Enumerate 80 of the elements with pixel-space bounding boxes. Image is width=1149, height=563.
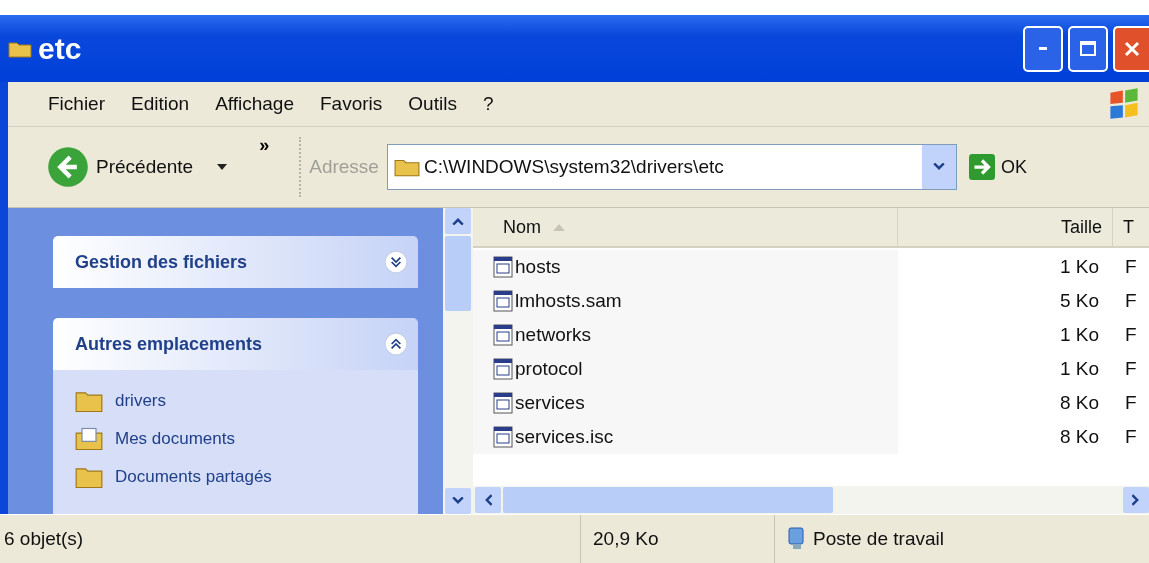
table-cell-text: F (1124, 256, 1137, 278)
menu-item[interactable]: Favoris (320, 93, 383, 115)
folder-icon (8, 39, 32, 58)
chevron-down-icon (932, 163, 945, 171)
file-name[interactable]: services (515, 392, 585, 414)
file-name[interactable]: hosts (515, 256, 561, 278)
go-button[interactable]: OK (968, 154, 1027, 180)
document-folder-icon (75, 427, 103, 451)
file-size: 1 Ko (1058, 256, 1100, 278)
file-size: 8 Ko (1058, 392, 1100, 414)
section-title: Gestion des fichiers (75, 251, 249, 273)
chevron-up-icon (452, 217, 464, 225)
file-name[interactable]: networks (515, 324, 592, 346)
menu-item[interactable]: Affichage (215, 93, 294, 115)
table-cell-text: F (1124, 358, 1137, 380)
text-file-icon (493, 256, 513, 278)
place-link[interactable]: Documents partagés (115, 467, 272, 487)
chevron-right-icon (1132, 494, 1140, 506)
column-header[interactable]: Nom (473, 208, 898, 246)
file-size: 1 Ko (1058, 324, 1100, 346)
table-cell-text: F (1124, 324, 1137, 346)
file-size: 8 Ko (1058, 426, 1100, 448)
menu-item[interactable]: Edition (131, 93, 190, 115)
status-text: Poste de travail (813, 528, 944, 550)
text-file-icon (493, 290, 513, 312)
computer-icon (787, 527, 807, 551)
chevron-icon[interactable] (384, 250, 408, 274)
folder-icon (75, 389, 103, 413)
scroll-right-button[interactable] (1123, 487, 1149, 513)
menu-item[interactable]: Outils (408, 93, 457, 115)
chevron-icon[interactable] (384, 332, 408, 356)
more-chevron[interactable]: » (259, 135, 270, 156)
four-color-flag-icon (1107, 87, 1141, 121)
column-header[interactable]: Taille (898, 208, 1113, 246)
place-link[interactable]: Mes documents (115, 429, 235, 449)
caret-icon[interactable] (217, 164, 228, 170)
scroll-up-button[interactable] (445, 208, 471, 234)
menu-item[interactable]: Fichier (48, 93, 105, 115)
text-file-icon (493, 358, 513, 380)
scroll-left-button[interactable] (475, 487, 501, 513)
minimize-button[interactable] (1023, 25, 1063, 72)
folder-icon (393, 157, 420, 177)
dropdown-button[interactable] (921, 145, 956, 189)
file-size: 1 Ko (1058, 358, 1100, 380)
chevron-left-icon (484, 494, 492, 506)
status-text: 6 objet(s) (4, 528, 84, 550)
address-label: Adresse (309, 156, 379, 178)
table-cell-text: F (1124, 426, 1137, 448)
column-header[interactable]: T (1113, 208, 1149, 246)
back-button[interactable]: Précédente (46, 145, 194, 189)
close-button[interactable] (1113, 25, 1149, 72)
horizontal-scrollbar[interactable] (473, 486, 1149, 514)
chevron-down-icon (452, 497, 464, 505)
vertical-scrollbar[interactable] (443, 208, 473, 514)
window-title: etc (38, 31, 82, 66)
scroll-thumb[interactable] (445, 236, 471, 311)
table-cell-text: F (1124, 392, 1137, 414)
minimize-icon (1039, 47, 1047, 50)
maximize-icon (1078, 38, 1098, 59)
table-cell-text: F (1124, 290, 1137, 312)
file-name[interactable]: lmhosts.sam (515, 290, 622, 312)
sort-up-icon (553, 223, 565, 231)
scroll-down-button[interactable] (445, 488, 471, 514)
file-size: 5 Ko (1058, 290, 1100, 312)
file-name[interactable]: protocol (515, 358, 583, 380)
section-header[interactable]: Autres emplacements (53, 318, 418, 370)
scroll-thumb[interactable] (503, 487, 833, 513)
section-title: Autres emplacements (75, 333, 264, 355)
place-link[interactable]: drivers (115, 391, 166, 411)
menu-item[interactable]: ? (482, 93, 494, 115)
text-file-icon (493, 426, 513, 448)
text-file-icon (493, 324, 513, 346)
arrow-right-icon (968, 154, 995, 180)
section-header[interactable]: Gestion des fichiers (53, 236, 418, 288)
status-text: 20,9 Ko (593, 528, 659, 550)
folder-icon (75, 465, 103, 489)
address-field[interactable]: C:\WINDOWS\system32\drivers\etc (386, 144, 957, 190)
file-name[interactable]: services.isc (515, 426, 614, 448)
text-file-icon (493, 392, 513, 414)
maximize-button[interactable] (1068, 25, 1108, 72)
